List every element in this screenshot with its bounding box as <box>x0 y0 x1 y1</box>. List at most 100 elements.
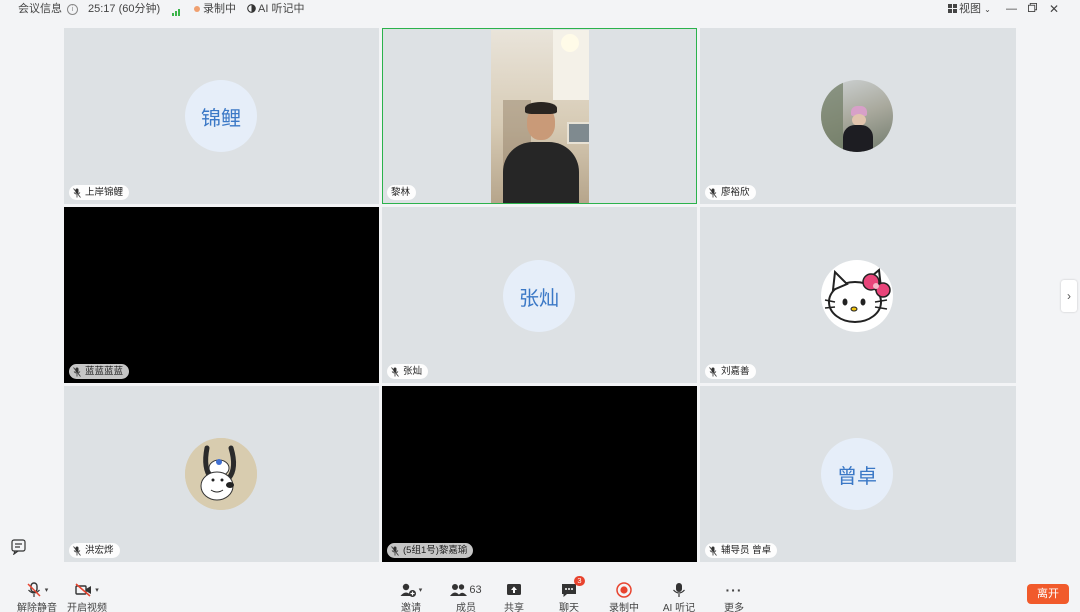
members-icon <box>450 584 468 596</box>
participant-name-tag: 廖裕欣 <box>705 185 756 200</box>
grid-icon <box>948 4 957 13</box>
caret-down-icon[interactable]: ▾ <box>45 586 49 594</box>
unmute-button[interactable]: ▾ 解除静音 <box>12 572 62 612</box>
invite-button[interactable]: ▾ 邀请 <box>386 572 436 612</box>
more-label: 更多 <box>724 603 744 612</box>
chat-unread-badge: 3 <box>574 576 585 586</box>
chat-bubble-icon[interactable] <box>11 539 27 555</box>
participant-name-tag: (5组1号)黎嘉瑜 <box>387 543 474 558</box>
members-button[interactable]: 63 成员 <box>441 572 491 612</box>
mic-muted-icon <box>73 366 81 377</box>
info-icon[interactable]: i <box>67 3 79 15</box>
share-button[interactable]: 共享 <box>489 572 539 612</box>
mic-muted-icon <box>391 545 399 556</box>
mic-muted-icon <box>709 366 717 377</box>
participant-name: 上岸锦鲤 <box>85 187 124 198</box>
add-user-icon <box>400 583 416 597</box>
ai-notes-icon <box>247 4 256 13</box>
mic-muted-icon <box>709 187 717 198</box>
participant-name-tag: 刘嘉善 <box>705 364 756 379</box>
leave-button[interactable]: 离开 <box>1027 584 1069 604</box>
participant-name-tag: 辅导员 曾卓 <box>705 543 778 558</box>
avatar-photo <box>185 438 257 510</box>
restore-icon <box>1028 3 1037 12</box>
participant-name: 洪宏烨 <box>85 545 114 556</box>
participant-name: 黎林 <box>391 187 411 198</box>
ai-mic-icon <box>673 583 685 597</box>
unmute-label: 解除静音 <box>17 603 57 612</box>
mic-muted-icon <box>27 582 41 597</box>
ai-notes-status-label: AI 听记中 <box>258 3 305 15</box>
view-label: 视图 <box>959 3 981 15</box>
participant-name: 廖裕欣 <box>721 187 750 198</box>
participant-tile[interactable]: 曾卓 辅导员 曾卓 <box>700 386 1016 562</box>
members-count: 63 <box>469 584 482 596</box>
share-label: 共享 <box>504 603 524 612</box>
meeting-info-label: 会议信息 <box>18 3 62 15</box>
ai-notes-status[interactable]: AI 听记中 <box>247 2 304 16</box>
meeting-toolbar: ▾ 解除静音 ▾ 开启视频 ▾ 邀请 63 成员 共享 3 聊天 录制中 AI … <box>0 572 1080 612</box>
recording-status[interactable]: 录制中 <box>194 2 236 16</box>
participant-name: 辅导员 曾卓 <box>721 545 772 556</box>
video-feed <box>491 30 589 203</box>
participant-tile[interactable]: (5组1号)黎嘉瑜 <box>382 386 697 562</box>
next-page-button[interactable]: › <box>1061 280 1077 312</box>
recording-status-label: 录制中 <box>203 3 236 15</box>
minimize-button[interactable]: — <box>1006 2 1017 16</box>
ai-notes-label: AI 听记 <box>662 603 696 612</box>
participant-tile[interactable]: 廖裕欣 <box>700 28 1016 204</box>
view-dropdown[interactable]: 视图 ⌄ <box>948 2 991 17</box>
participant-tile[interactable]: 刘嘉善 <box>700 207 1016 383</box>
hello-kitty-icon <box>824 268 891 323</box>
more-dots-icon: ··· <box>725 582 743 598</box>
video-off-icon <box>75 583 92 597</box>
participant-tile-active-speaker[interactable]: 黎林 <box>382 28 697 204</box>
participant-tile[interactable]: 张灿 张灿 <box>382 207 697 383</box>
avatar-photo <box>821 260 893 332</box>
mic-muted-icon <box>391 366 399 377</box>
meeting-duration: 25:17 (60分钟) <box>88 3 161 15</box>
mic-muted-icon <box>73 187 81 198</box>
restore-button[interactable] <box>1028 2 1037 16</box>
chevron-down-icon: ⌄ <box>984 5 991 14</box>
members-label: 成员 <box>456 603 476 612</box>
recording-label: 录制中 <box>609 603 639 612</box>
mic-muted-icon <box>73 545 81 556</box>
chat-label: 聊天 <box>559 603 579 612</box>
caret-down-icon[interactable]: ▾ <box>95 586 99 594</box>
meeting-info-button[interactable]: 会议信息 i <box>18 2 79 16</box>
avatar: 锦鲤 <box>185 80 257 152</box>
participant-name-tag: 洪宏烨 <box>69 543 120 558</box>
invite-label: 邀请 <box>401 603 421 612</box>
ai-notes-button[interactable]: AI 听记 <box>654 572 704 612</box>
recording-dot-icon <box>194 6 200 13</box>
avatar: 曾卓 <box>821 438 893 510</box>
caret-down-icon[interactable]: ▾ <box>419 586 423 594</box>
record-icon <box>616 582 632 598</box>
avatar: 张灿 <box>503 260 575 332</box>
start-video-label: 开启视频 <box>67 603 107 612</box>
avatar-photo <box>821 80 893 152</box>
participant-name: 张灿 <box>403 366 423 377</box>
more-button[interactable]: ··· 更多 <box>709 572 759 612</box>
recording-button[interactable]: 录制中 <box>599 572 649 612</box>
participant-tile[interactable]: 蓝蓝蓝蓝 <box>64 207 379 383</box>
snoopy-icon <box>185 438 257 510</box>
participant-name-tag: 黎林 <box>387 185 417 200</box>
participant-name: 蓝蓝蓝蓝 <box>85 366 124 377</box>
signal-icon[interactable] <box>172 4 181 16</box>
title-bar: 会议信息 i 25:17 (60分钟) 录制中 AI 听记中 视图 ⌄ — ✕ <box>0 0 1080 18</box>
start-video-button[interactable]: ▾ 开启视频 <box>62 572 112 612</box>
chat-icon <box>562 583 576 597</box>
mic-muted-icon <box>709 545 717 556</box>
participant-name-tag: 蓝蓝蓝蓝 <box>69 364 130 379</box>
participant-tile[interactable]: 锦鲤 上岸锦鲤 <box>64 28 379 204</box>
share-screen-icon <box>507 584 521 595</box>
chat-button[interactable]: 3 聊天 <box>544 572 594 612</box>
participant-name-tag: 上岸锦鲤 <box>69 185 130 200</box>
participant-tile[interactable]: 洪宏烨 <box>64 386 379 562</box>
close-button[interactable]: ✕ <box>1049 2 1059 16</box>
chevron-right-icon: › <box>1067 289 1071 303</box>
participant-name-tag: 张灿 <box>387 364 429 379</box>
participant-name: (5组1号)黎嘉瑜 <box>403 545 468 556</box>
